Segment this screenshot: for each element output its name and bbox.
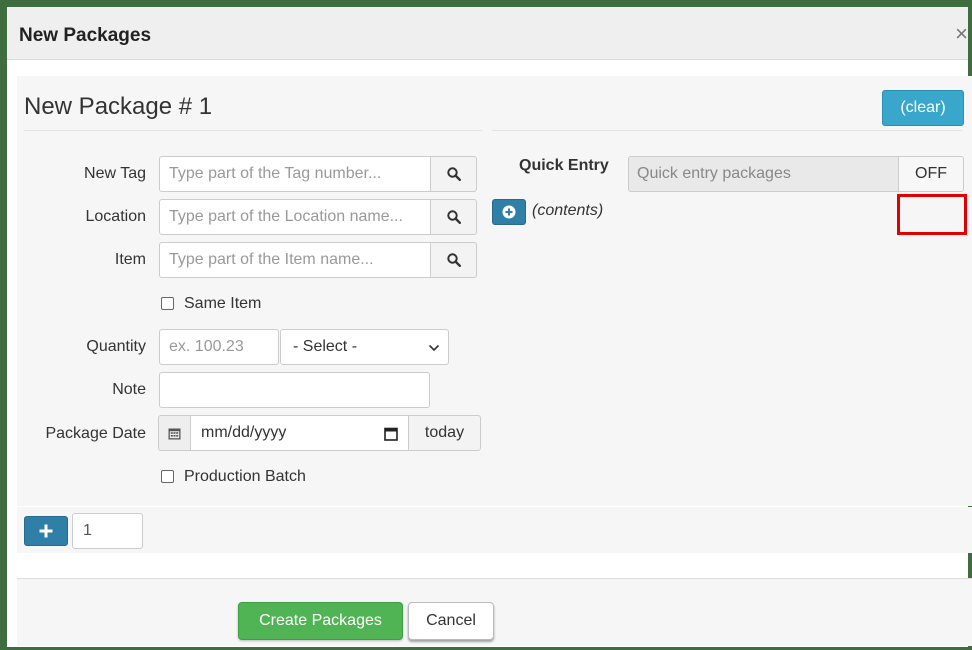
note-input[interactable] [159, 372, 430, 408]
plus-icon [39, 524, 53, 538]
quick-entry-label: Quick Entry [519, 157, 609, 174]
quick-entry-input: Quick entry packages [628, 156, 900, 192]
clear-button[interactable]: (clear) [882, 90, 964, 126]
add-contents-button[interactable] [492, 199, 526, 225]
search-icon [446, 167, 461, 182]
modal-header: New Packages × [7, 7, 968, 60]
note-label: Note [112, 381, 146, 398]
item-input[interactable]: Type part of the Item name... [159, 242, 431, 278]
location-input[interactable]: Type part of the Location name... [159, 199, 431, 235]
location-label: Location [85, 208, 147, 225]
quantity-input[interactable]: ex. 100.23 [159, 329, 279, 365]
package-date-input[interactable]: mm/dd/yyyy [190, 415, 409, 451]
new-tag-input[interactable]: Type part of the Tag number... [159, 156, 431, 192]
production-batch-checkbox[interactable] [161, 470, 174, 483]
title-divider [24, 130, 482, 131]
calendar-addon [158, 415, 191, 451]
location-search-button[interactable] [430, 199, 477, 235]
contents-label: (contents) [532, 202, 604, 219]
repeat-panel [17, 507, 972, 553]
modal-footer [17, 578, 972, 646]
package-date-label: Package Date [45, 425, 146, 442]
new-tag-search-button[interactable] [430, 156, 477, 192]
production-batch-label: Production Batch [184, 468, 306, 485]
same-item-checkbox[interactable] [161, 297, 174, 310]
calendar-picker-icon[interactable] [384, 427, 398, 441]
item-label: Item [114, 251, 146, 268]
close-icon[interactable]: × [955, 21, 968, 47]
modal-title: New Packages [19, 25, 152, 46]
package-date-placeholder: mm/dd/yyyy [201, 424, 287, 441]
add-package-button[interactable] [24, 516, 68, 546]
highlight-box [897, 194, 967, 235]
chevron-down-icon [428, 344, 440, 352]
cancel-button[interactable]: Cancel [408, 602, 494, 640]
new-tag-label: New Tag [84, 165, 146, 182]
quantity-unit-value: - Select - [293, 338, 358, 355]
quick-entry-toggle[interactable]: OFF [898, 156, 964, 192]
package-title: New Package # 1 [24, 93, 213, 120]
plus-circle-icon [502, 205, 516, 219]
item-search-button[interactable] [430, 242, 477, 278]
quantity-label: Quantity [86, 338, 146, 355]
same-item-label: Same Item [184, 295, 262, 312]
search-icon [446, 253, 461, 268]
today-button[interactable]: today [408, 415, 481, 451]
create-packages-button[interactable]: Create Packages [238, 602, 403, 640]
title-divider-right [492, 130, 962, 131]
package-count-input[interactable]: 1 [72, 513, 143, 549]
search-icon [446, 210, 461, 225]
quantity-unit-select[interactable]: - Select - [280, 329, 449, 365]
calendar-icon [168, 428, 181, 440]
